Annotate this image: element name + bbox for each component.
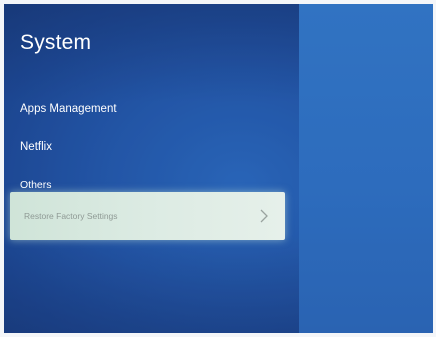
menu-item-netflix[interactable]: Netflix [20, 141, 52, 153]
menu-item-others[interactable]: Others [20, 179, 52, 191]
chevron-right-icon [260, 209, 268, 223]
menu-item-label: Restore Factory Settings [24, 211, 118, 221]
tv-screen: System Apps Management Netflix Others Re… [4, 4, 433, 333]
page-title: System [20, 31, 92, 54]
menu-item-apps-management[interactable]: Apps Management [20, 103, 117, 115]
detail-panel [299, 4, 433, 333]
menu-item-restore-factory-settings[interactable]: Restore Factory Settings [10, 192, 285, 240]
